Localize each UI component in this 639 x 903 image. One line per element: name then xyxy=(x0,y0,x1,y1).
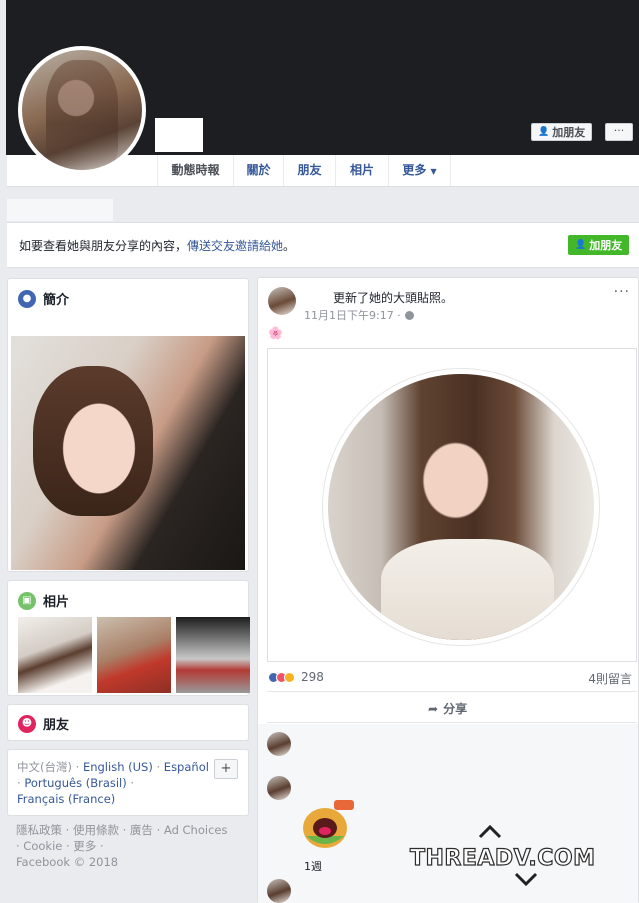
language-francais[interactable]: Français (France) xyxy=(17,792,115,806)
intro-featured-photo[interactable] xyxy=(11,336,245,570)
comments-section: 1週 xyxy=(258,724,638,903)
add-friend-label: 加朋友 xyxy=(552,126,586,139)
tab-timeline[interactable]: 動態時報 xyxy=(157,155,234,186)
page-footer: 隱私政策 · 使用條款 · 廣告 · Ad Choices · Cookie ·… xyxy=(16,822,250,870)
language-espanol[interactable]: Español xyxy=(164,760,209,774)
separator: · xyxy=(126,776,135,790)
comment-count[interactable]: 4則留言 xyxy=(588,670,632,687)
globe-icon xyxy=(404,310,414,320)
divider xyxy=(267,691,637,692)
footer-links[interactable]: 隱私政策 · 使用條款 · 廣告 · Ad Choices xyxy=(16,822,250,838)
more-languages-button[interactable]: + xyxy=(214,759,238,779)
divider xyxy=(267,722,637,723)
separator: · xyxy=(71,760,83,774)
reaction-count: 298 xyxy=(301,670,324,684)
wow-icon xyxy=(284,671,295,683)
banner-text: 如要查看她與朋友分享的內容，傳送交友邀請給她。 xyxy=(19,237,295,254)
friends-title-label[interactable]: 朋友 xyxy=(43,714,69,733)
post-profile-photo-image xyxy=(328,374,594,640)
share-label: 分享 xyxy=(443,702,468,716)
footer-links-2[interactable]: · Cookie · 更多 · xyxy=(16,838,250,854)
add-friend-icon: 👤 xyxy=(575,240,587,250)
banner-text-prefix: 如要查看她與朋友分享的內容， xyxy=(19,239,188,253)
intro-card: ● 簡介 xyxy=(7,278,249,572)
photo-icon: ▣ xyxy=(18,591,36,610)
post-options-button[interactable]: ··· xyxy=(614,284,630,300)
photos-title-label[interactable]: 相片 xyxy=(43,591,69,610)
globe-icon: ● xyxy=(18,289,36,308)
share-button[interactable]: ➦ 分享 xyxy=(428,700,467,717)
friends-icon: ☻ xyxy=(18,714,36,733)
banner-text-suffix: 。 xyxy=(283,239,296,253)
add-friend-green-label: 加朋友 xyxy=(589,239,623,252)
photo-thumbnail[interactable] xyxy=(176,617,250,693)
post-time-label: 11月1日下午9:17 · xyxy=(304,309,401,322)
add-friend-green-button[interactable]: 👤 加朋友 xyxy=(568,235,630,255)
watermark-down-arrow-icon xyxy=(514,872,538,886)
photos-card: ▣ 相片 xyxy=(7,580,250,696)
send-friend-request-link[interactable]: 傳送交友邀請給她 xyxy=(187,239,283,253)
post-header-text: 更新了她的大頭貼照。 xyxy=(333,291,454,305)
share-icon: ➦ xyxy=(428,701,439,716)
separator: · xyxy=(152,760,164,774)
comment-time[interactable]: 1週 xyxy=(304,858,322,874)
profile-picture[interactable] xyxy=(18,46,146,174)
reaction-icons xyxy=(268,671,295,683)
chevron-down-icon: ▼ xyxy=(430,167,437,176)
post-profile-photo xyxy=(323,369,599,645)
language-selector: 中文(台灣) · English (US) · Español · Portug… xyxy=(7,749,249,816)
commenter-avatar[interactable] xyxy=(267,879,291,903)
redacted-strip xyxy=(7,199,113,221)
language-current: 中文(台灣) xyxy=(17,760,72,774)
friend-request-banner: 如要查看她與朋友分享的內容，傳送交友邀請給她。 👤 加朋友 xyxy=(7,222,639,268)
post-emoji: 🌸 xyxy=(268,326,283,340)
tab-more-label: 更多 xyxy=(402,163,427,177)
commenter-avatar[interactable] xyxy=(267,776,291,800)
post-photo-frame[interactable] xyxy=(267,348,637,662)
language-english[interactable]: English (US) xyxy=(83,760,153,774)
tab-more[interactable]: 更多 ▼ xyxy=(389,155,451,186)
language-portugues[interactable]: Português (Brasil) xyxy=(24,776,126,790)
watermark-up-arrow-icon xyxy=(478,825,502,839)
photo-thumbnail[interactable] xyxy=(97,617,171,693)
post-author-avatar[interactable] xyxy=(268,287,296,315)
post-timestamp[interactable]: 11月1日下午9:17 · xyxy=(304,307,414,323)
profile-picture-image xyxy=(22,50,142,170)
commenter-avatar[interactable] xyxy=(267,732,291,756)
profile-name-redacted xyxy=(155,118,203,152)
burger-sticker xyxy=(303,800,354,848)
intro-title-label: 簡介 xyxy=(43,293,70,308)
tab-friends[interactable]: 朋友 xyxy=(284,155,336,186)
reactions-summary[interactable]: 298 xyxy=(268,670,324,684)
more-options-button[interactable]: ··· xyxy=(605,123,633,141)
photo-thumbnails xyxy=(18,617,250,693)
photos-title: ▣ 相片 xyxy=(18,591,69,610)
profile-picture-post: 更新了她的大頭貼照。 11月1日下午9:17 · ··· 🌸 298 4則留言 … xyxy=(257,277,639,903)
footer-copyright: Facebook © 2018 xyxy=(16,855,119,869)
tab-photos[interactable]: 相片 xyxy=(336,155,389,186)
add-friend-icon: 👤 xyxy=(538,127,550,137)
watermark: THREADV.COM xyxy=(409,845,596,871)
profile-page: 👤 加朋友 ··· 動態時報 關於 朋友 相片 更多 ▼ 如要查看她與朋友分享的… xyxy=(0,0,639,903)
photo-thumbnail[interactable] xyxy=(18,617,92,693)
friends-title: ☻ 朋友 xyxy=(18,714,69,733)
intro-title: ● 簡介 xyxy=(18,289,69,308)
tab-about[interactable]: 關於 xyxy=(234,155,284,186)
friends-card: ☻ 朋友 xyxy=(7,704,249,741)
add-friend-button[interactable]: 👤 加朋友 xyxy=(531,123,593,141)
